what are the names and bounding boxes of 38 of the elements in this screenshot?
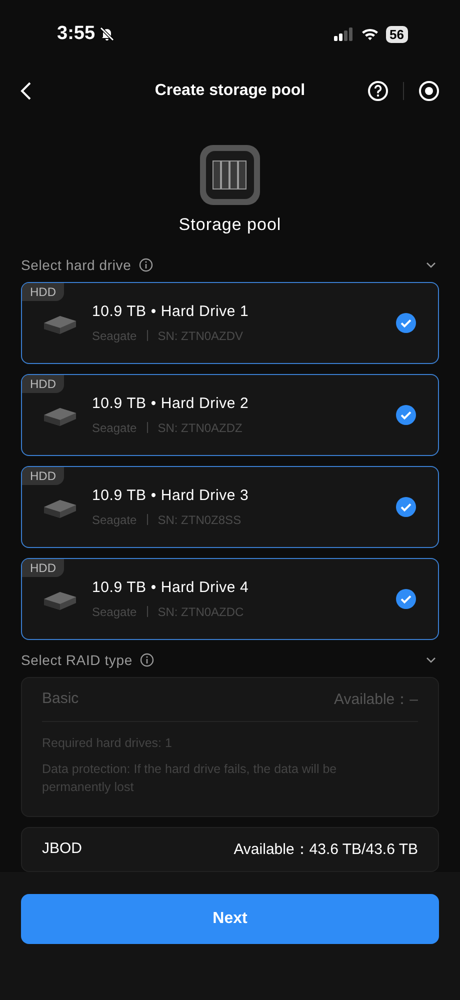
hard-drive-icon	[42, 406, 78, 428]
hard-drive-icon	[42, 498, 78, 520]
raid-available: Available：–	[334, 690, 418, 709]
section-title: Select hard drive	[21, 256, 132, 272]
bell-slash-icon	[99, 26, 116, 42]
raid-name: JBOD	[42, 840, 82, 859]
help-icon[interactable]	[367, 80, 389, 102]
raid-available: Available：43.6 TB/43.6 TB	[234, 840, 418, 859]
drive-title: 10.9 TB • Hard Drive 3	[92, 486, 250, 504]
storage-pool-icon	[200, 145, 260, 205]
storage-pool-label: Storage pool	[178, 215, 282, 235]
info-icon[interactable]	[139, 258, 154, 272]
hard-drive-icon	[42, 314, 78, 336]
checkmark-icon[interactable]	[396, 405, 416, 425]
record-icon[interactable]	[418, 80, 440, 102]
signal-icon	[334, 27, 354, 41]
status-time: 3:55	[57, 23, 96, 45]
chevron-icon[interactable]	[425, 656, 437, 664]
section-title: Select RAID type	[21, 652, 132, 668]
drive-title: 10.9 TB • Hard Drive 1	[92, 302, 250, 320]
drive-type-tag: HDD	[22, 283, 64, 301]
checkmark-icon[interactable]	[396, 313, 416, 333]
drive-title: 10.9 TB • Hard Drive 4	[92, 578, 250, 596]
checkmark-icon[interactable]	[396, 589, 416, 609]
back-icon[interactable]	[20, 81, 32, 101]
drive-title: 10.9 TB • Hard Drive 2	[92, 394, 250, 412]
wifi-icon	[360, 27, 379, 41]
raid-name: Basic	[42, 690, 79, 709]
checkmark-icon[interactable]	[396, 497, 416, 517]
drive-type-tag: HDD	[22, 375, 64, 393]
chevron-icon[interactable]	[425, 260, 437, 268]
page-title: Create storage pool	[154, 82, 306, 100]
info-icon[interactable]	[140, 652, 154, 666]
raid-option-card[interactable]: JBOD Available：43.6 TB/43.6 TB	[21, 827, 439, 872]
drive-type-tag: HDD	[22, 559, 64, 577]
battery-indicator: 56	[386, 26, 408, 42]
drive-type-tag: HDD	[22, 467, 64, 485]
hard-drive-icon	[42, 590, 78, 612]
